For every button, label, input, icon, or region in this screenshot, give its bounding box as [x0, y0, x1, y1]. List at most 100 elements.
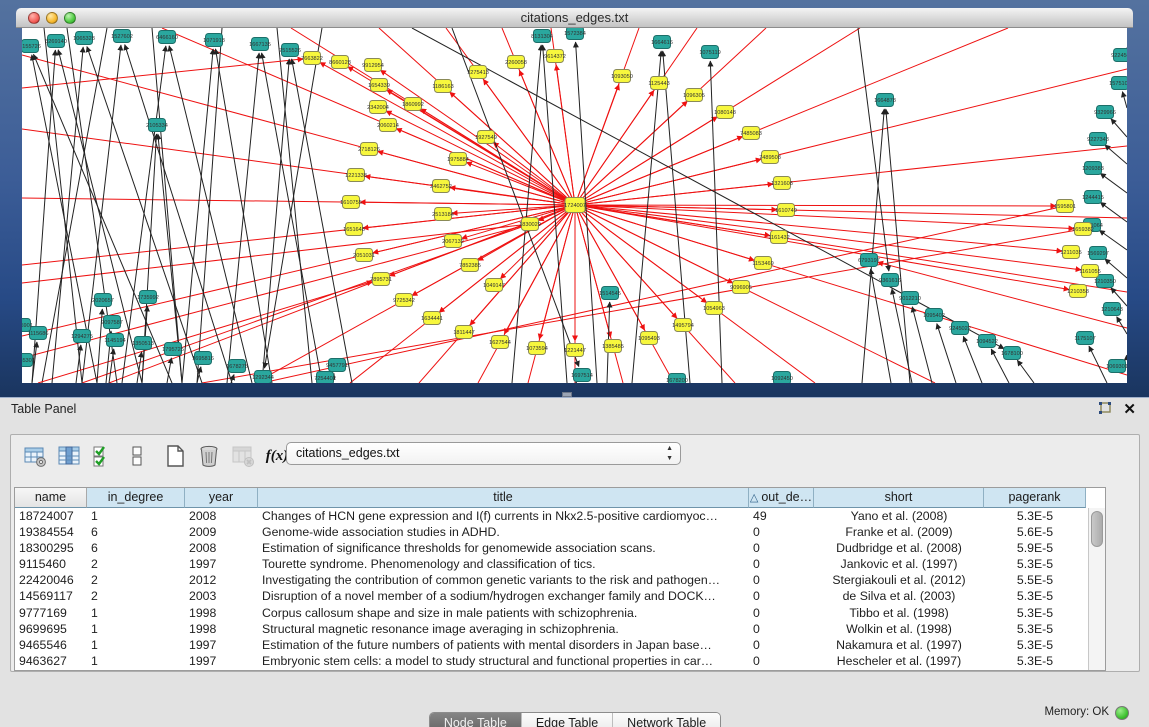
cell-name[interactable]: 14569117	[15, 588, 87, 604]
graph-node[interactable]: 9012210	[899, 292, 921, 305]
graph-node[interactable]: 9912954	[362, 59, 384, 72]
cell-year[interactable]: 1997	[185, 637, 258, 653]
graph-node[interactable]: 3269140	[45, 35, 67, 48]
cell-out_degree[interactable]: 0	[749, 653, 814, 669]
cell-pagerank[interactable]: 5.3E-5	[984, 653, 1086, 669]
graph-edge[interactable]	[1111, 119, 1127, 137]
graph-node[interactable]: 1595801	[1054, 200, 1076, 213]
graph-node[interactable]: 1385485	[602, 340, 624, 353]
network-graph[interactable]: 9155726326914010653281527602646616010719…	[22, 28, 1127, 383]
graph-node[interactable]: 1572384	[564, 28, 586, 40]
graph-node[interactable]: 1659382	[1072, 223, 1094, 236]
graph-edge[interactable]	[125, 45, 232, 383]
graph-node[interactable]: 2067132	[442, 235, 464, 248]
graph-edge[interactable]	[1017, 360, 1034, 383]
cell-out_degree[interactable]: 0	[749, 637, 814, 653]
graph-node[interactable]: 9361616	[879, 274, 901, 287]
graph-node[interactable]: 1153469	[752, 257, 773, 270]
cell-year[interactable]: 2008	[185, 540, 258, 556]
cell-name[interactable]: 18300295	[15, 540, 87, 556]
cell-in_degree[interactable]: 2	[87, 572, 185, 588]
cell-out_degree[interactable]: 0	[749, 572, 814, 588]
graph-node[interactable]: 1071918	[203, 34, 225, 47]
graph-node[interactable]: 1678200	[666, 374, 688, 384]
graph-node[interactable]: 1275413	[467, 66, 489, 79]
graph-edge[interactable]	[231, 374, 234, 383]
graph-node[interactable]: 9329966	[1094, 106, 1116, 119]
delete-table-icon[interactable]	[229, 442, 257, 470]
cell-in_degree[interactable]: 2	[87, 588, 185, 604]
graph-node[interactable]: 9155726	[22, 40, 41, 53]
cell-pagerank[interactable]: 5.5E-5	[984, 572, 1086, 588]
graph-node[interactable]: 1244415	[1082, 191, 1104, 204]
column-header-name[interactable]: name	[15, 488, 87, 508]
cell-title[interactable]: Genome-wide association studies in ADHD.	[258, 524, 749, 540]
graph-node[interactable]: 1186163	[432, 80, 453, 93]
cell-out_degree[interactable]: 0	[749, 605, 814, 621]
graph-node[interactable]: 1654339	[368, 79, 390, 92]
cell-name[interactable]: 9115460	[15, 556, 87, 572]
graph-edge[interactable]	[575, 90, 654, 205]
graph-node[interactable]: 1080148	[714, 106, 736, 119]
select-column-icon[interactable]	[55, 442, 83, 470]
table-row[interactable]: 1872400712008Changes of HCN gene express…	[15, 508, 1088, 524]
graph-node[interactable]: 7254402	[314, 372, 336, 384]
cell-year[interactable]: 2003	[185, 588, 258, 604]
graph-node[interactable]: 1667135	[249, 38, 271, 51]
graph-node[interactable]: 7515526	[279, 44, 301, 57]
graph-node[interactable]: 1795725	[162, 343, 184, 356]
cell-year[interactable]: 2012	[185, 572, 258, 588]
cell-year[interactable]: 1997	[185, 653, 258, 669]
graph-node[interactable]: 1211035	[1060, 246, 1081, 259]
graph-node[interactable]: 8660128	[329, 56, 351, 69]
graph-node[interactable]: 1210643	[1101, 303, 1123, 316]
graph-node[interactable]: 1610755	[340, 196, 362, 209]
graph-node[interactable]: 1610749	[775, 204, 797, 217]
graph-node[interactable]: 1664616	[651, 36, 673, 49]
graph-node[interactable]: 1065328	[73, 32, 95, 45]
graph-node[interactable]: 9096905	[730, 281, 752, 294]
row-height-icon[interactable]	[123, 442, 151, 470]
table-row[interactable]: 946554611997Estimation of the future num…	[15, 637, 1088, 653]
cell-short[interactable]: Wolkin et al. (1998)	[814, 621, 984, 637]
graph-edge[interactable]	[1105, 145, 1127, 164]
graph-node[interactable]: 1527602	[111, 30, 133, 43]
graph-node[interactable]: 1125443	[648, 77, 669, 90]
graph-node[interactable]: 1069301	[1106, 360, 1127, 373]
graph-node[interactable]: 1175107	[1074, 332, 1095, 345]
cell-pagerank[interactable]: 5.9E-5	[984, 540, 1086, 556]
graph-edge[interactable]	[122, 46, 166, 383]
close-panel-icon[interactable]: ✕	[1123, 400, 1136, 418]
table-row[interactable]: 946362711997Embryonic stem cells: a mode…	[15, 653, 1088, 669]
graph-edge[interactable]	[292, 59, 352, 383]
network-window-titlebar[interactable]: citations_edges.txt	[16, 8, 1133, 28]
graph-node[interactable]: 1651648	[343, 223, 365, 236]
cell-year[interactable]: 1997	[185, 556, 258, 572]
graph-node[interactable]: 7895731	[370, 273, 392, 286]
table-row[interactable]: 911546021997Tourette syndrome. Phenomeno…	[15, 556, 1088, 572]
graph-node[interactable]: 7489508	[759, 151, 781, 164]
graph-edge[interactable]	[466, 162, 575, 205]
column-header-pagerank[interactable]: pagerank	[984, 488, 1086, 508]
cell-title[interactable]: Corpus callosum shape and size in male p…	[258, 605, 749, 621]
cell-short[interactable]: Dudbridge et al. (2008)	[814, 540, 984, 556]
graph-node[interactable]: 1075119	[699, 46, 720, 59]
cell-in_degree[interactable]: 1	[87, 605, 185, 621]
table-row[interactable]: 1830029562008Estimation of significance …	[15, 540, 1088, 556]
cell-in_degree[interactable]: 2	[87, 556, 185, 572]
cell-name[interactable]: 9777169	[15, 605, 87, 621]
graph-node[interactable]: 1678275	[226, 360, 248, 373]
graph-node[interactable]: 1161432	[768, 231, 789, 244]
graph-node[interactable]: 1095493	[638, 332, 660, 345]
cell-out_degree[interactable]: 0	[749, 621, 814, 637]
cell-title[interactable]: Estimation of significance thresholds fo…	[258, 540, 749, 556]
graph-node[interactable]: 1294275	[71, 330, 93, 343]
graph-edge[interactable]	[575, 205, 1062, 251]
graph-node[interactable]: 1514545	[599, 287, 621, 300]
new-document-icon[interactable]	[161, 442, 189, 470]
graph-node[interactable]: 9245022	[949, 322, 971, 335]
cell-in_degree[interactable]: 6	[87, 524, 185, 540]
cell-year[interactable]: 2008	[185, 508, 258, 524]
graph-node[interactable]: 2718126	[358, 143, 380, 156]
graph-edge[interactable]	[169, 46, 252, 383]
